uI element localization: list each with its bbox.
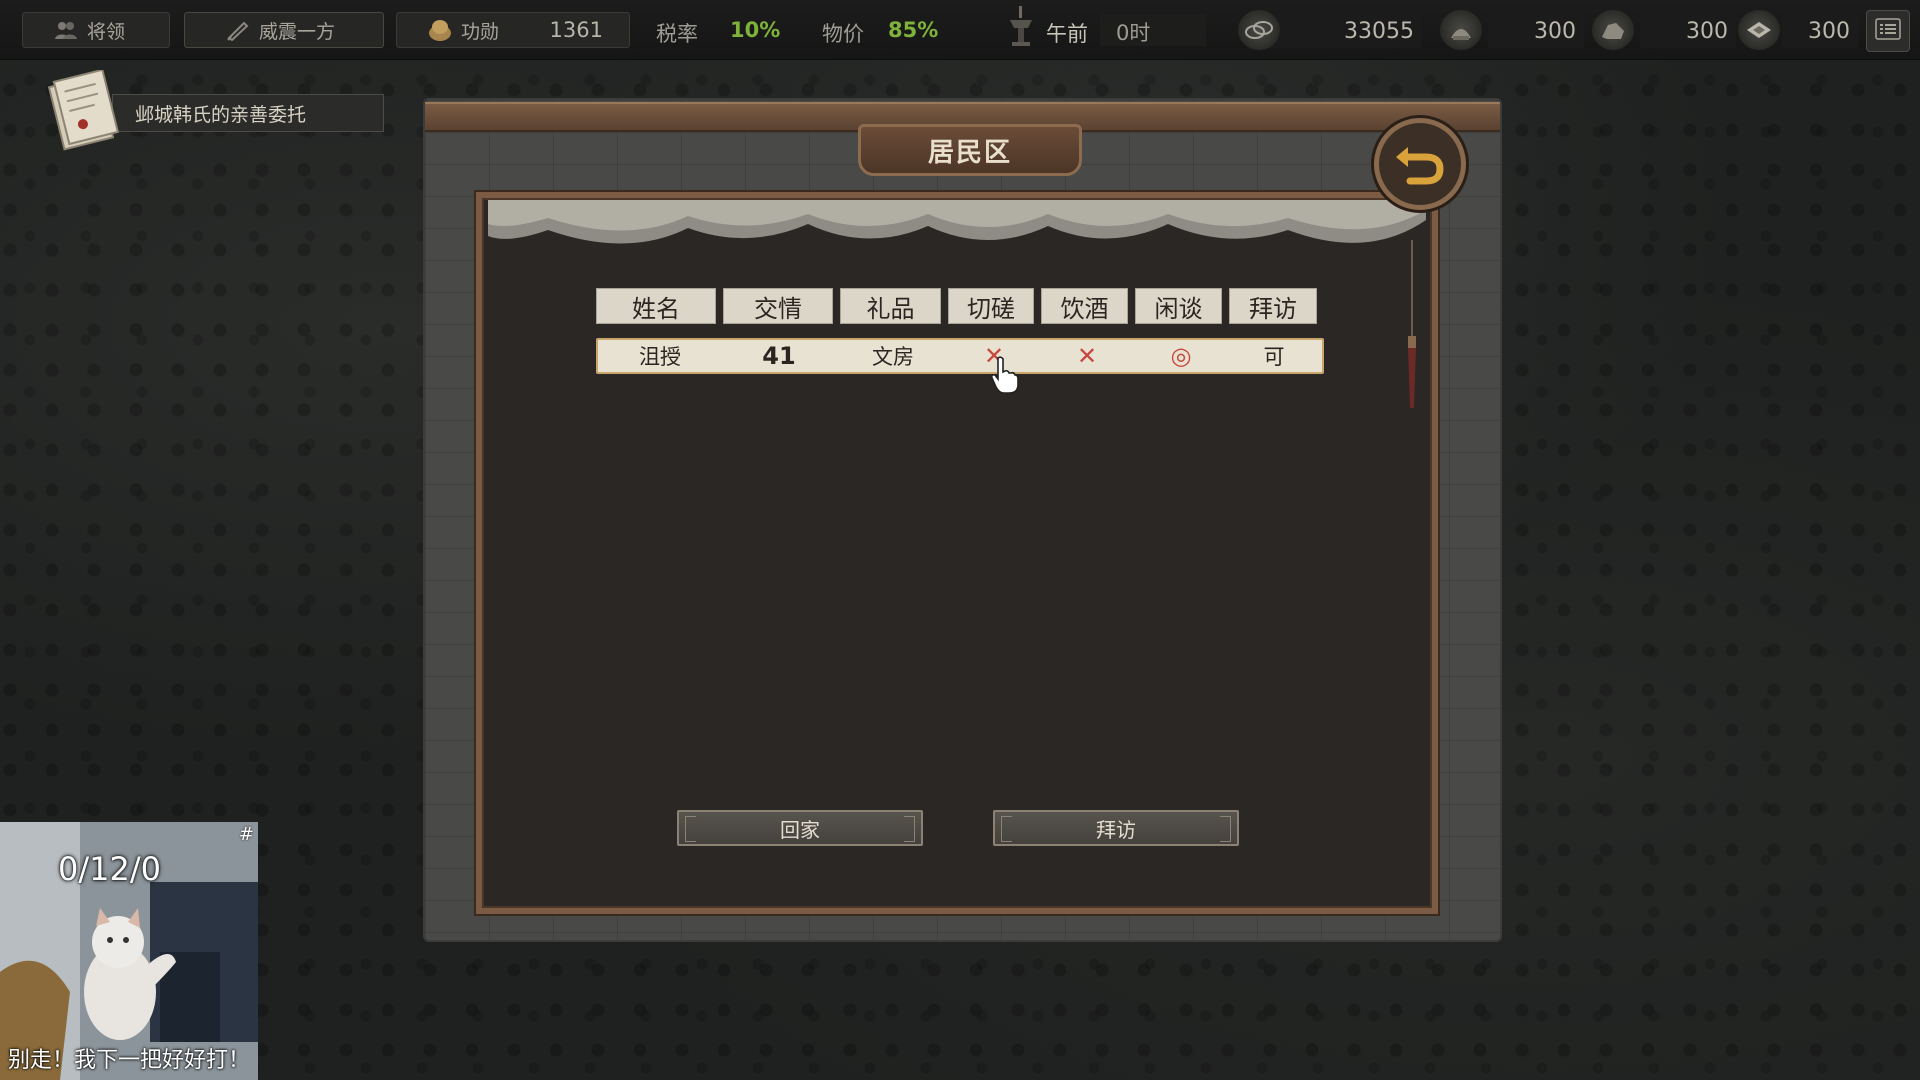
return-arrow-icon <box>1394 139 1446 189</box>
curtain-decoration <box>488 200 1426 260</box>
generals-label: 将领 <box>87 20 126 43</box>
cloth-value: 300 <box>1808 18 1850 44</box>
cloth-icon <box>1738 10 1780 50</box>
webcam-overlay: # 0/12/0 别走！我下一把好好打！ <box>0 822 258 1080</box>
generals-button[interactable]: 将领 <box>22 12 170 48</box>
price-label: 物价 <box>822 22 864 46</box>
column-header-gift[interactable]: 礼品 <box>840 288 941 324</box>
coins-display: 33055 <box>1262 14 1422 48</box>
sundial-icon <box>1006 4 1036 56</box>
list-menu-icon <box>1875 18 1901 44</box>
kda-counter: 0/12/0 <box>58 850 161 888</box>
coins-value: 33055 <box>1344 18 1414 44</box>
chat-status-circle-icon: ◎ <box>1170 342 1192 370</box>
menu-button[interactable] <box>1866 10 1910 52</box>
visit-label: 拜访 <box>1096 817 1136 842</box>
column-header-visit[interactable]: 拜访 <box>1229 288 1317 324</box>
go-home-button[interactable]: 回家 <box>677 810 923 846</box>
time-hour-box: 0时 <box>1100 14 1206 46</box>
time-hour: 0时 <box>1116 21 1151 45</box>
tax-value: 10% <box>730 18 781 42</box>
tassel-decoration <box>1402 240 1422 410</box>
visit-button[interactable]: 拜访 <box>993 810 1239 846</box>
price-value: 85% <box>888 18 939 42</box>
ore-display: 300 <box>1640 14 1736 48</box>
webcam-caption: 别走！我下一把好好打！ <box>7 1048 250 1073</box>
column-header-name[interactable]: 姓名 <box>596 288 716 324</box>
webcam-corner-mark: # <box>238 824 254 845</box>
gift-value: 文房 <box>872 345 914 369</box>
letter-icon <box>42 68 122 154</box>
grain-icon <box>1440 10 1482 50</box>
merit-value: 1361 <box>549 18 603 42</box>
column-header-drink[interactable]: 饮酒 <box>1041 288 1128 324</box>
title-rank-label: 威震一方 <box>259 20 336 43</box>
go-home-label: 回家 <box>780 817 820 842</box>
quest-tracker[interactable]: 邺城韩氏的亲善委托 <box>42 68 386 154</box>
grain-value: 300 <box>1534 18 1576 44</box>
friendship-value: 41 <box>762 342 796 370</box>
column-header-friendship[interactable]: 交情 <box>723 288 833 324</box>
panel-title: 居民区 <box>858 124 1082 176</box>
resident-name: 沮授 <box>639 345 681 369</box>
ore-icon <box>1592 10 1634 50</box>
merit-icon <box>427 18 453 42</box>
hand-cursor-icon <box>990 356 1020 394</box>
top-status-bar: 将领 威震一方 功勋 1361 税率 10% 物价 85% 午前 0时 3305… <box>0 0 1920 60</box>
merit-display: 功勋 1361 <box>396 12 630 48</box>
coins-icon <box>1238 10 1280 50</box>
generals-icon <box>53 18 79 42</box>
merit-label: 功勋 <box>461 20 500 43</box>
time-period: 午前 <box>1046 22 1088 46</box>
quill-icon <box>225 18 251 42</box>
title-rank-button[interactable]: 威震一方 <box>184 12 384 48</box>
grain-display: 300 <box>1488 14 1584 48</box>
table-row[interactable]: 沮授 41 文房 ✕ ✕ ◎ 可 <box>596 338 1324 374</box>
column-header-spar[interactable]: 切磋 <box>948 288 1034 324</box>
tax-label: 税率 <box>656 22 698 46</box>
column-header-chat[interactable]: 闲谈 <box>1135 288 1222 324</box>
quest-title[interactable]: 邺城韩氏的亲善委托 <box>112 94 384 132</box>
visit-status: 可 <box>1263 345 1285 369</box>
drink-status-cross-icon: ✕ <box>1076 342 1098 370</box>
ore-value: 300 <box>1686 18 1728 44</box>
back-button[interactable] <box>1374 118 1466 210</box>
cloth-display: 300 <box>1782 14 1858 48</box>
table-header: 姓名 交情 礼品 切磋 饮酒 闲谈 拜访 <box>596 288 1317 324</box>
